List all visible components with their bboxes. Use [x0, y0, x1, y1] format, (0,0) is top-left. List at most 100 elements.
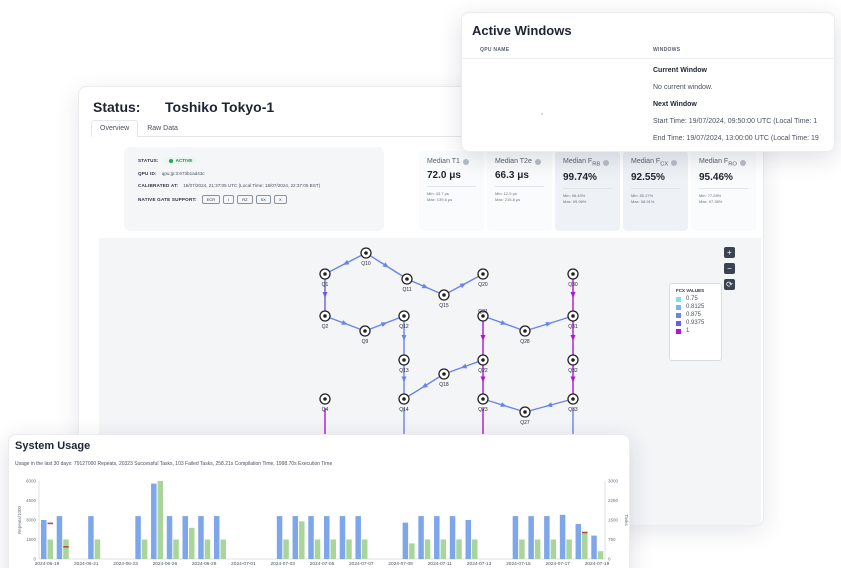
zoom-in-button[interactable]: + — [724, 247, 735, 258]
qubit-node[interactable]: Q27 — [519, 406, 531, 426]
usage-bar[interactable] — [308, 516, 314, 559]
qubit-core — [481, 397, 485, 401]
info-icon[interactable] — [603, 159, 610, 166]
usage-bar[interactable] — [534, 539, 541, 560]
usage-bar[interactable] — [355, 516, 361, 559]
usage-bar[interactable] — [402, 522, 409, 559]
usage-bar[interactable] — [472, 539, 478, 560]
usage-bar[interactable] — [299, 521, 305, 559]
qubit-node[interactable]: Q12 — [398, 310, 410, 330]
qubit-node[interactable]: Q11 — [401, 273, 413, 293]
y2-tick-label: 750 — [608, 537, 616, 542]
status-row: STATUS: ACTIVE — [138, 157, 370, 164]
usage-bar[interactable] — [465, 520, 472, 559]
calibrated-value: 18/07/2024, 21:37:05 UTC (Local Time: 18… — [183, 183, 321, 188]
usage-bar[interactable] — [528, 516, 534, 559]
qubit-node[interactable]: Q9 — [359, 325, 371, 345]
usage-bar[interactable] — [292, 516, 299, 559]
usage-bar[interactable] — [141, 539, 148, 560]
usage-bar[interactable] — [135, 516, 141, 559]
qubit-node[interactable]: Q1 — [319, 268, 331, 288]
usage-bar[interactable] — [166, 516, 173, 559]
info-icon[interactable] — [739, 159, 746, 166]
qubit-node[interactable]: Q15 — [438, 289, 450, 309]
usage-bar[interactable] — [56, 516, 63, 559]
usage-bar[interactable] — [434, 516, 440, 559]
qubit-node[interactable]: Q10 — [360, 247, 372, 267]
usage-bar[interactable] — [47, 539, 54, 560]
usage-bar[interactable] — [213, 516, 220, 559]
metric-label-text: Median FCX — [631, 158, 668, 167]
legend-label: 0.75 — [686, 296, 698, 302]
tab-overview[interactable]: Overview — [91, 120, 139, 137]
zoom-out-button[interactable]: − — [724, 263, 735, 274]
usage-bar[interactable] — [339, 516, 346, 559]
usage-bar[interactable] — [220, 539, 226, 560]
qubit-node[interactable]: Q21 — [477, 309, 489, 322]
qubit-node[interactable]: Q2 — [319, 310, 331, 330]
usage-bar[interactable] — [409, 543, 415, 559]
usage-bar[interactable] — [582, 531, 588, 534]
usage-bar[interactable] — [512, 516, 519, 559]
usage-bar[interactable] — [582, 533, 588, 559]
usage-bar[interactable] — [550, 539, 557, 560]
tab-raw-data[interactable]: Raw Data — [138, 120, 187, 136]
usage-bar[interactable] — [189, 527, 195, 559]
usage-bar[interactable] — [157, 481, 164, 559]
usage-bar[interactable] — [94, 539, 101, 560]
qubit-node[interactable]: Q14 — [398, 393, 410, 413]
info-icon[interactable] — [671, 159, 678, 166]
qubit-core — [402, 358, 406, 362]
qubit-node[interactable]: Q20 — [477, 268, 489, 288]
qubit-node[interactable]: Q13 — [398, 354, 410, 374]
usage-bar[interactable] — [346, 539, 352, 560]
qubit-node[interactable]: Q33 — [567, 393, 579, 413]
info-icon[interactable] — [462, 158, 469, 165]
usage-bar[interactable] — [330, 539, 337, 560]
qubit-node[interactable]: Q23 — [477, 393, 489, 413]
usage-bar[interactable] — [151, 483, 157, 559]
usage-bar[interactable] — [47, 522, 54, 525]
usage-bar[interactable] — [418, 516, 424, 559]
info-icon[interactable] — [534, 158, 541, 165]
usage-bar[interactable] — [449, 516, 456, 559]
metric-max: Max: 99.96% — [563, 199, 587, 205]
gate-chip-x: X — [273, 195, 287, 204]
usage-bar[interactable] — [591, 535, 597, 559]
usage-bar[interactable] — [204, 539, 211, 560]
usage-bar[interactable] — [63, 539, 69, 560]
qubit-label: Q32 — [568, 368, 578, 374]
usage-bar[interactable] — [88, 516, 94, 559]
usage-bar[interactable] — [173, 539, 179, 560]
usage-bar[interactable] — [575, 523, 582, 559]
usage-bar[interactable] — [41, 520, 47, 559]
usage-bar[interactable] — [182, 516, 189, 559]
usage-bar[interactable] — [559, 514, 566, 559]
usage-bar[interactable] — [276, 516, 283, 559]
usage-bar[interactable] — [597, 551, 604, 559]
usage-bar[interactable] — [544, 516, 550, 559]
qubit-node[interactable]: Q30 — [567, 268, 579, 288]
usage-bar[interactable] — [424, 539, 431, 560]
metric-label: Median FRB — [563, 158, 612, 167]
qubit-node[interactable]: Q4 — [319, 393, 331, 413]
usage-bar[interactable] — [324, 516, 330, 559]
qubit-node[interactable]: Q31 — [567, 310, 579, 330]
usage-bar[interactable] — [566, 539, 572, 560]
usage-bar[interactable] — [361, 539, 368, 560]
usage-bar[interactable] — [519, 539, 525, 560]
usage-bar[interactable] — [283, 539, 289, 560]
usage-bar[interactable] — [440, 539, 447, 560]
usage-bar[interactable] — [63, 546, 69, 548]
fcx-legend: FCX VALUES 0.75 0.8125 0.875 0.9375 1 — [669, 283, 722, 361]
metric-label-sub: CX — [660, 161, 669, 168]
usage-bar[interactable] — [198, 516, 204, 559]
qubit-node[interactable]: Q18 — [438, 368, 450, 388]
qubit-node[interactable]: Q32 — [567, 354, 579, 374]
qubit-node[interactable]: Q22 — [477, 354, 489, 374]
usage-bar[interactable] — [314, 539, 321, 560]
qubit-node[interactable]: Q28 — [519, 325, 531, 345]
usage-bar[interactable] — [456, 539, 462, 560]
reset-view-button[interactable]: ⟳ — [724, 279, 735, 290]
edge-direction-arrow — [570, 292, 576, 298]
